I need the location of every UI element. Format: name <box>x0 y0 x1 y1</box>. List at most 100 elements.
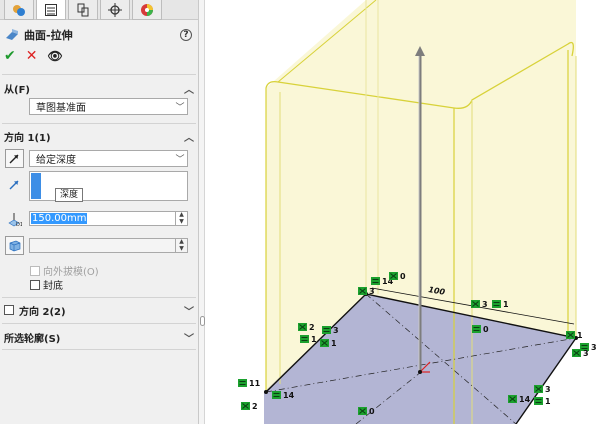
direction2-section-title: 方向 2(2) <box>19 306 66 318</box>
chevron-down-icon[interactable]: ﹀ <box>173 152 187 165</box>
help-icon[interactable]: ? <box>180 29 192 41</box>
configuration-manager-icon <box>77 3 89 16</box>
chevron-down-icon[interactable]: ﹀ <box>184 330 194 345</box>
splitter-grip-icon[interactable] <box>200 316 205 326</box>
relation-glyph[interactable]: 14 <box>508 395 531 404</box>
relation-label: 0 <box>400 272 406 281</box>
surface-extrude-icon <box>6 29 18 40</box>
relation-glyph[interactable]: 3 <box>471 300 488 309</box>
selection-highlight <box>31 173 41 199</box>
relation-glyph[interactable]: 0 <box>472 325 489 334</box>
relation-glyph[interactable]: 1 <box>566 331 583 340</box>
equal-relation-icon[interactable] <box>322 326 331 334</box>
display-manager-icon <box>141 3 153 16</box>
relation-label: 1 <box>311 335 317 344</box>
property-manager-panel: 曲面-拉伸 ? ✔ ✕ 👁 从(F) ︿ 草图基准面 ﹀ 方向 1(1) ︿ 给… <box>0 0 199 424</box>
sketch-point[interactable] <box>418 370 422 374</box>
relation-glyph[interactable]: 14 <box>272 391 295 400</box>
relation-glyph[interactable]: 3 <box>534 385 551 394</box>
spin-down-icon[interactable]: ▼ <box>176 218 187 226</box>
equal-relation-icon[interactable] <box>272 391 281 399</box>
relation-glyph[interactable]: 0 <box>358 407 375 416</box>
relation-glyph[interactable]: 2 <box>241 402 258 411</box>
relation-glyph[interactable]: 1 <box>320 339 337 348</box>
cancel-button[interactable]: ✕ <box>26 49 38 63</box>
depth-icon: D1 <box>5 210 23 228</box>
tab-property-manager[interactable] <box>36 0 66 20</box>
relation-label: 1 <box>503 300 509 309</box>
selected-contours-section-header[interactable]: 所选轮廓(S) ﹀ <box>4 329 194 345</box>
relation-label: 3 <box>482 300 488 309</box>
cap-ends-option[interactable]: 封底 <box>30 277 63 292</box>
divider <box>2 297 196 298</box>
relation-glyph[interactable]: 3 <box>358 287 375 296</box>
dimxpert-icon <box>108 2 122 17</box>
tab-display-manager[interactable] <box>132 0 162 20</box>
end-condition-select[interactable]: 给定深度 ﹀ <box>29 150 188 167</box>
relation-glyph[interactable]: 1 <box>534 397 551 406</box>
cap-ends-checkbox[interactable] <box>30 279 40 290</box>
depth-tooltip: 深度 <box>55 188 84 202</box>
cap-ends-label: 封底 <box>43 281 63 292</box>
from-start-condition-select[interactable]: 草图基准面 ﹀ <box>29 98 188 115</box>
relation-label: 3 <box>583 349 589 358</box>
equal-relation-icon[interactable] <box>534 397 543 405</box>
relation-label: 3 <box>333 326 339 335</box>
relation-glyph[interactable]: 1 <box>300 335 317 344</box>
ok-button[interactable]: ✔ <box>4 49 16 63</box>
equal-relation-icon[interactable] <box>371 277 380 285</box>
action-buttons: ✔ ✕ 👁 <box>4 48 63 64</box>
feature-title: 曲面-拉伸 <box>24 29 73 42</box>
from-section-header[interactable]: 从(F) ︿ <box>4 80 194 96</box>
direction1-section-header[interactable]: 方向 1(1) ︿ <box>4 128 194 144</box>
draft-outward-option[interactable]: 向外拔模(O) <box>30 263 99 278</box>
chevron-up-icon[interactable]: ︿ <box>184 81 194 96</box>
draft-spinner[interactable]: ▲ ▼ <box>175 239 187 252</box>
feature-title-row: 曲面-拉伸 ? <box>4 26 192 44</box>
relation-label: 0 <box>369 407 375 416</box>
relation-label: 14 <box>519 395 531 404</box>
chevron-up-icon[interactable]: ︿ <box>184 129 194 144</box>
relation-label: 3 <box>369 287 375 296</box>
direction2-checkbox[interactable] <box>4 305 14 315</box>
relation-glyph[interactable]: 11 <box>238 379 261 388</box>
equal-relation-icon[interactable] <box>472 325 481 333</box>
equal-relation-icon[interactable] <box>492 300 501 308</box>
relation-glyph[interactable]: 2 <box>298 323 315 332</box>
reverse-direction-icon <box>9 154 19 164</box>
equal-relation-icon[interactable] <box>300 335 309 343</box>
relation-glyph[interactable]: 1 <box>492 300 509 309</box>
draft-toggle-button[interactable] <box>5 236 24 255</box>
tab-feature-manager[interactable] <box>4 0 34 20</box>
reverse-direction-button[interactable] <box>5 149 24 168</box>
panel-splitter[interactable] <box>199 0 205 424</box>
chevron-down-icon[interactable]: ﹀ <box>184 303 194 318</box>
relation-label: 11 <box>249 379 261 388</box>
draft-outward-checkbox[interactable] <box>30 265 40 276</box>
graphics-viewport[interactable]: 100 11 2 14 0 2 1 3 1 3 14 0 3 1 0 1 3 3 14 1 3 <box>206 0 604 424</box>
relation-glyph[interactable]: 0 <box>389 272 406 281</box>
end-condition-value: 给定深度 <box>36 155 76 166</box>
spin-down-icon[interactable]: ▼ <box>176 245 187 253</box>
relation-glyph[interactable]: 3 <box>322 326 339 335</box>
relation-label: 3 <box>591 343 597 352</box>
depth-spinner[interactable]: ▲ ▼ <box>175 212 187 225</box>
direction-reference-box[interactable] <box>29 171 188 201</box>
preview-eye-icon[interactable]: 👁 <box>47 49 62 63</box>
tab-dimxpert[interactable] <box>100 0 130 20</box>
from-section-title: 从(F) <box>4 84 30 96</box>
direction-vector-icon <box>5 175 23 193</box>
tab-configuration-manager[interactable] <box>68 0 98 20</box>
direction2-section-header[interactable]: 方向 2(2) ﹀ <box>4 302 194 318</box>
divider <box>2 74 196 75</box>
relation-label: 2 <box>252 402 258 411</box>
depth-input[interactable]: 150.00mm ▲ ▼ <box>29 211 188 226</box>
relation-glyph[interactable]: 3 <box>572 349 589 358</box>
draft-angle-input[interactable]: ▲ ▼ <box>29 238 188 253</box>
manager-tabs <box>0 0 198 20</box>
equal-relation-icon[interactable] <box>238 379 247 387</box>
chevron-down-icon[interactable]: ﹀ <box>173 100 187 113</box>
sketch-point[interactable] <box>264 390 268 394</box>
direction1-section-title: 方向 1(1) <box>4 132 51 144</box>
model-preview[interactable]: 100 112140213131403 1013314 13 <box>206 0 604 424</box>
